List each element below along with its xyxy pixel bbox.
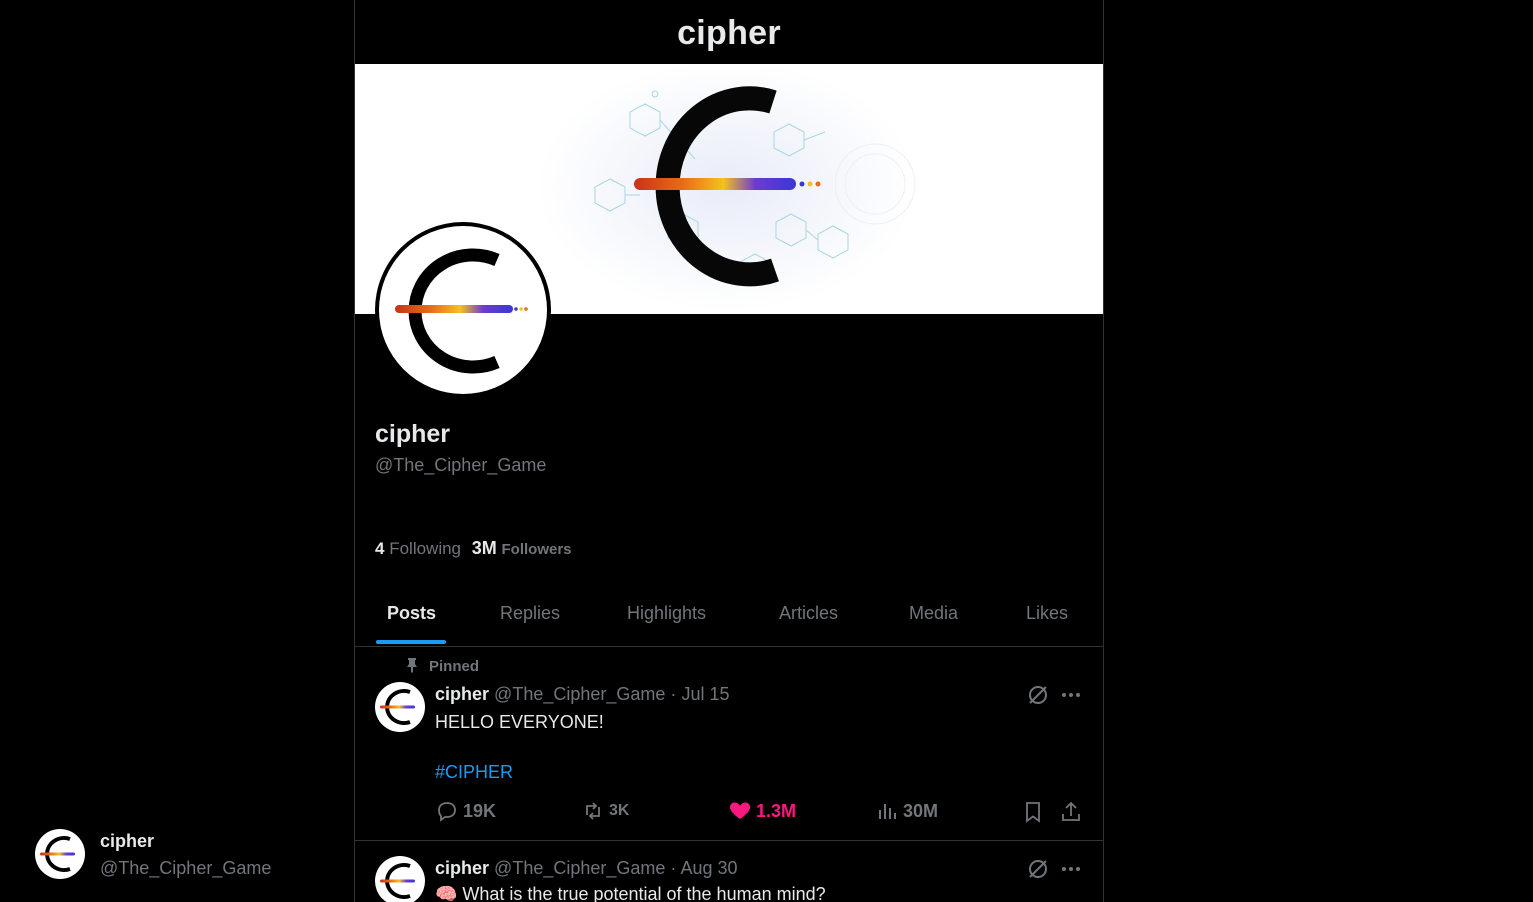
heart-icon (730, 802, 750, 819)
page-title: cipher (677, 14, 781, 52)
repost-icon (586, 802, 600, 820)
like-button[interactable]: 1.3M (728, 799, 796, 823)
share-button[interactable] (1058, 799, 1084, 825)
author-name[interactable]: cipher (435, 858, 489, 878)
account-handle: @The_Cipher_Game (100, 858, 272, 878)
account-name: cipher (100, 831, 155, 851)
cipher-logo-icon (380, 863, 415, 899)
author-name[interactable]: cipher (435, 684, 489, 704)
profile-column: cipher cipher @The_Cipher_Game 4 Followi… (354, 0, 1104, 902)
author-handle[interactable]: @The_Cipher_Game (494, 684, 665, 704)
hashtag-link[interactable]: #CIPHER (435, 762, 513, 783)
post-text: HELLO EVERYONE! (435, 712, 604, 732)
repost-count: 3K (609, 802, 630, 819)
views-button[interactable]: 30M (875, 799, 938, 823)
avatar[interactable] (375, 682, 425, 732)
share-icon (1062, 801, 1080, 821)
more-options-button[interactable] (1058, 856, 1084, 882)
post[interactable]: cipher @The_Cipher_Game · Aug 30 🧠 What … (355, 841, 1103, 902)
more-icon (1062, 867, 1080, 871)
reply-count: 19K (463, 800, 497, 821)
author-handle[interactable]: @The_Cipher_Game (494, 858, 665, 878)
profile-avatar[interactable] (375, 222, 551, 398)
tab-media[interactable]: Media (909, 584, 958, 646)
views-count: 30M (903, 800, 939, 821)
following-link[interactable]: 4 Following (375, 539, 461, 559)
reply-icon (438, 802, 456, 822)
pinned-label: Pinned (429, 658, 480, 675)
views-icon (879, 804, 896, 819)
meta-separator: · (670, 684, 677, 704)
cipher-logo-icon (380, 689, 415, 725)
post[interactable]: Pinned cipher @The_Cipher_Game · Jul 15 (355, 647, 1103, 841)
followers-link[interactable]: 3M Followers (472, 538, 572, 559)
cipher-logo-icon (395, 248, 528, 374)
tab-articles[interactable]: Articles (779, 584, 838, 646)
profile-handle: @The_Cipher_Game (375, 455, 547, 475)
follow-stats: 4 Following 3M Followers (375, 538, 578, 559)
post-header: cipher @The_Cipher_Game · Aug 30 (435, 858, 738, 879)
following-label: Following (389, 539, 462, 558)
top-bar: cipher (355, 0, 1103, 64)
grok-icon (1029, 686, 1047, 704)
cipher-logo-icon (40, 836, 75, 872)
like-count: 1.3M (756, 800, 797, 821)
active-tab-indicator (376, 640, 446, 644)
post-text: 🧠 What is the true potential of the huma… (435, 884, 826, 902)
avatar (35, 829, 85, 879)
following-count: 4 (375, 539, 385, 558)
bookmark-icon (1026, 802, 1040, 823)
tab-posts[interactable]: Posts (387, 584, 436, 646)
more-icon (1062, 693, 1080, 697)
post-date[interactable]: Jul 15 (681, 684, 729, 704)
repost-button[interactable]: 3K (581, 799, 629, 823)
grok-button[interactable] (1025, 682, 1051, 708)
profile-tabs: Posts Replies Highlights Articles Media … (355, 584, 1103, 647)
bookmark-button[interactable] (1020, 799, 1046, 825)
post-header: cipher @The_Cipher_Game · Jul 15 (435, 684, 729, 705)
grok-icon (1029, 860, 1047, 878)
tab-highlights[interactable]: Highlights (627, 584, 706, 646)
grok-button[interactable] (1025, 856, 1051, 882)
followers-label: Followers (501, 541, 572, 558)
pin-icon (407, 658, 417, 673)
account-switcher[interactable]: cipher @The_Cipher_Game (35, 828, 335, 888)
pinned-indicator: Pinned (405, 657, 479, 675)
profile-name: cipher (375, 420, 451, 448)
tab-replies[interactable]: Replies (500, 584, 560, 646)
tab-likes[interactable]: Likes (1026, 584, 1068, 646)
followers-count: 3M (471, 538, 497, 558)
avatar[interactable] (375, 856, 425, 902)
reply-button[interactable]: 19K (435, 799, 496, 823)
more-options-button[interactable] (1058, 682, 1084, 708)
post-date[interactable]: Aug 30 (680, 858, 737, 878)
meta-separator: · (670, 858, 677, 878)
